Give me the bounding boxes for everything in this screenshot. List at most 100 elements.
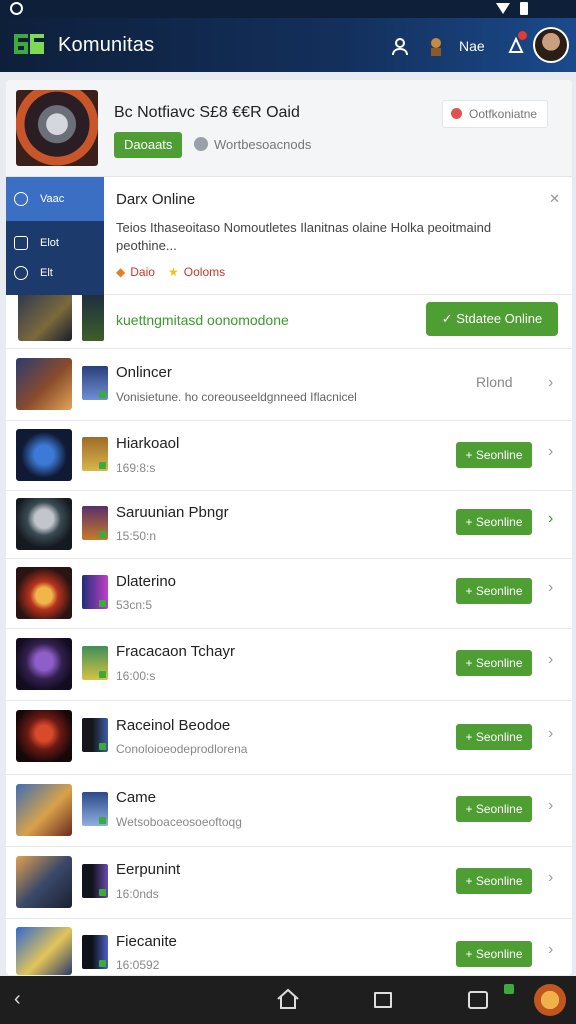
- clock-icon: [14, 266, 28, 280]
- online-button[interactable]: ✓ Stdatee Online: [426, 302, 558, 336]
- game-thumbnail: [16, 856, 72, 908]
- facebook-icon: [14, 192, 28, 206]
- chevron-right-icon[interactable]: ›: [548, 941, 553, 959]
- side-menu: Vaac Elot Elt: [6, 177, 104, 295]
- list-item[interactable]: Onlincer Vonisietune. ho coreouseeldgnne…: [6, 350, 572, 421]
- game-mini-thumbnail: [82, 575, 108, 609]
- online-button[interactable]: Seonline: [456, 868, 532, 894]
- game-mini-thumbnail: [82, 646, 108, 680]
- status-bar: [0, 0, 576, 18]
- app-logo-icon: [14, 34, 44, 54]
- online-button[interactable]: Seonline: [456, 650, 532, 676]
- chevron-right-icon[interactable]: ›: [548, 579, 553, 597]
- user-icon[interactable]: [386, 32, 414, 60]
- online-button[interactable]: Seonline: [456, 578, 532, 604]
- detail-tag-ooloms[interactable]: Ooloms: [168, 265, 225, 279]
- side-menu-label: Elot: [40, 237, 59, 249]
- battery-icon: [520, 2, 528, 15]
- game-mini-thumbnail: [82, 935, 108, 969]
- avatar[interactable]: [533, 27, 569, 63]
- game-mini-thumbnail: [82, 291, 104, 341]
- side-menu-item-elt[interactable]: Elt: [6, 255, 104, 291]
- list-icon: [14, 236, 28, 250]
- close-icon[interactable]: ✕: [549, 191, 560, 207]
- featured-action-label: Ootfkoniatne: [469, 107, 538, 121]
- online-button[interactable]: Seonline: [456, 796, 532, 822]
- detail-description: Teios Ithaseoitaso Nomoutletes Ilanitnas…: [116, 220, 492, 253]
- bottom-navigation: ‹: [0, 976, 576, 1024]
- list-item[interactable]: Eerpunint 16:0nds Seonline ›: [6, 847, 572, 919]
- featured-action-button[interactable]: Ootfkoniatne: [442, 100, 549, 128]
- detail-panel: Darx Online ✕ Teios Ithaseoitaso Nomoutl…: [104, 177, 572, 295]
- game-mini-thumbnail: [82, 437, 108, 471]
- game-thumbnail: [16, 498, 72, 550]
- game-name: Came: [116, 789, 157, 806]
- game-name: Eerpunint: [116, 861, 181, 878]
- list-item[interactable]: Hiarkoaol 169:8:s Seonline ›: [6, 421, 572, 491]
- game-subtitle: 169:8:s: [116, 461, 156, 475]
- game-subtitle: Wetsoboaceosoeoftoqg: [116, 815, 242, 829]
- profile-avatar[interactable]: [534, 984, 566, 1016]
- side-menu-item-vaac[interactable]: Vaac: [6, 177, 104, 221]
- online-button[interactable]: Seonline: [456, 442, 532, 468]
- game-thumbnail: [16, 567, 72, 619]
- online-button[interactable]: Seonline: [456, 509, 532, 535]
- game-subtitle: Conoloioeodeprodlorena: [116, 742, 248, 756]
- online-button[interactable]: Seonline: [456, 941, 532, 967]
- info-icon: [194, 137, 208, 151]
- wifi-icon: [496, 3, 510, 14]
- game-name: Saruunian Pbngr: [116, 504, 229, 521]
- game-mini-thumbnail: [82, 718, 108, 752]
- list-item[interactable]: Fiecanite 16:0592 Seonline ›: [6, 919, 572, 975]
- game-thumbnail: [16, 429, 72, 481]
- game-mini-thumbnail: [82, 506, 108, 540]
- app-title: Komunitas: [58, 34, 155, 56]
- game-name: Raceinol Beodoe: [116, 717, 231, 734]
- home-icon[interactable]: [276, 988, 300, 1010]
- recents-icon[interactable]: [374, 992, 392, 1008]
- header-label[interactable]: Nae: [459, 38, 485, 54]
- side-menu-label: Elt: [40, 267, 53, 279]
- list-item[interactable]: Raceinol Beodoe Conoloioeodeprodlorena S…: [6, 701, 572, 775]
- detail-title: Darx Online: [116, 191, 196, 208]
- app-header: Komunitas Nae: [0, 18, 576, 72]
- apps-badge: [504, 984, 514, 994]
- game-name: Onlincer: [116, 364, 172, 381]
- back-icon[interactable]: ‹: [14, 988, 21, 1011]
- online-button[interactable]: Seonline: [456, 724, 532, 750]
- chevron-right-icon[interactable]: ›: [548, 374, 553, 392]
- online-status-text: kuettngmitasd oonomodone: [116, 312, 289, 328]
- sync-icon: [10, 2, 23, 15]
- list-item[interactable]: Saruunian Pbngr 15:50:n Seonline ›: [6, 491, 572, 559]
- game-subtitle: 15:50:n: [116, 529, 157, 543]
- chevron-right-icon[interactable]: ›: [548, 510, 553, 528]
- featured-subtitle: Wortbesoacnods: [214, 137, 312, 152]
- game-subtitle: 16:00:s: [116, 669, 156, 683]
- online-status-row: kuettngmitasd oonomodone ✓ Stdatee Onlin…: [6, 291, 572, 349]
- main-card: Bc Notfiavc S£8 €€R Oaid Daoaats Wortbes…: [6, 80, 572, 975]
- apps-icon[interactable]: [468, 991, 488, 1009]
- game-thumbnail: [16, 784, 72, 836]
- list-item[interactable]: Dlaterino 53cn:5 Seonline ›: [6, 559, 572, 629]
- chevron-right-icon[interactable]: ›: [548, 651, 553, 669]
- chevron-right-icon[interactable]: ›: [548, 725, 553, 743]
- side-menu-label: Vaac: [40, 193, 65, 205]
- list-item[interactable]: Came Wetsoboaceosoeoftoqg Seonline ›: [6, 775, 572, 847]
- game-name: Dlaterino: [116, 573, 177, 590]
- list-item[interactable]: Fracacaon Tchayr 16:00:s Seonline ›: [6, 629, 572, 701]
- featured-tag-button[interactable]: Daoaats: [114, 132, 183, 158]
- chevron-right-icon[interactable]: ›: [548, 869, 553, 887]
- featured-game[interactable]: Bc Notfiavc S£8 €€R Oaid Daoaats Wortbes…: [6, 80, 572, 177]
- detail-tag-daio[interactable]: Daio: [116, 265, 155, 279]
- game-status: Rlond: [476, 374, 513, 390]
- heart-icon: [451, 108, 462, 119]
- notification-badge: [518, 31, 527, 40]
- game-thumbnail: [18, 291, 72, 341]
- game-thumbnail: [16, 638, 72, 690]
- game-thumbnail: [16, 358, 72, 410]
- chevron-right-icon[interactable]: ›: [548, 797, 553, 815]
- character-icon[interactable]: [422, 32, 450, 60]
- game-subtitle: Vonisietune. ho coreouseeldgnneed Iflacn…: [116, 390, 357, 404]
- game-name: Fracacaon Tchayr: [116, 643, 235, 660]
- chevron-right-icon[interactable]: ›: [548, 443, 553, 461]
